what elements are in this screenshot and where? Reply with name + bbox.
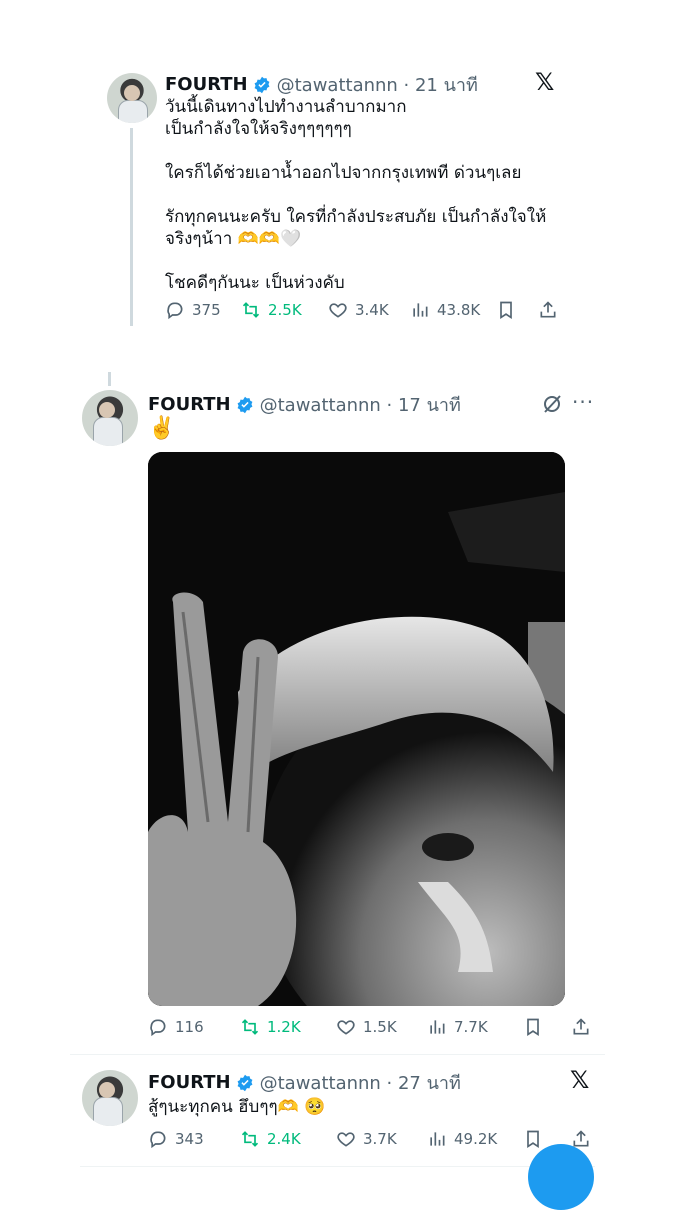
bookmark-icon	[527, 1130, 539, 1149]
repost-icon	[242, 302, 260, 318]
thread-line	[130, 128, 133, 326]
tweet-card-3[interactable]: FOURTH @tawattannn · 27 นาที 𝕏 สู้ๆนะทุก…	[70, 1056, 605, 1200]
like-icon	[337, 1132, 355, 1147]
tweet-photo[interactable]	[148, 452, 565, 1006]
repost-count: 1.2K	[267, 1018, 301, 1036]
display-name[interactable]: FOURTH	[148, 394, 231, 415]
repost-button[interactable]: 2.4K	[240, 1129, 336, 1149]
divider	[70, 1054, 605, 1055]
photo-content	[148, 452, 565, 1006]
repost-count: 2.5K	[268, 301, 302, 319]
display-name[interactable]: FOURTH	[165, 74, 248, 95]
share-button[interactable]	[538, 300, 558, 320]
more-icon[interactable]: ···	[572, 390, 594, 414]
repost-icon	[241, 1131, 259, 1147]
x-logo-icon: 𝕏	[570, 1066, 590, 1094]
handle-time: @tawattannn · 27 นาที	[259, 1073, 461, 1094]
share-button[interactable]	[571, 1017, 591, 1037]
x-logo-icon: 𝕏	[535, 68, 555, 96]
repost-button[interactable]: 2.5K	[241, 300, 328, 320]
reply-count: 116	[175, 1018, 204, 1036]
compose-button[interactable]	[528, 1144, 594, 1210]
reply-icon	[167, 302, 183, 320]
reply-button[interactable]: 343	[148, 1129, 240, 1149]
display-name[interactable]: FOURTH	[148, 1072, 231, 1093]
views-count: 43.8K	[437, 301, 481, 319]
verified-badge-icon	[237, 1074, 253, 1091]
like-count: 3.4K	[355, 301, 389, 319]
like-button[interactable]: 3.4K	[328, 300, 410, 320]
bookmark-button[interactable]	[523, 1017, 571, 1037]
thread-line	[108, 372, 111, 386]
avatar[interactable]	[82, 390, 138, 446]
tweet-text: วันนี้เดินทางไปทำงานลำบากมาก เป็นกำลังใจ…	[165, 97, 547, 293]
share-icon	[573, 1018, 589, 1035]
tweet-actions: 375 2.5K 3.4K 43.8K	[165, 300, 565, 320]
bookmark-button[interactable]	[496, 300, 538, 320]
views-icon	[430, 1132, 445, 1146]
views-icon	[413, 303, 428, 317]
avatar[interactable]	[107, 73, 157, 123]
bookmark-icon	[527, 1018, 539, 1037]
tweet-card-1[interactable]: FOURTH @tawattannn · 21 นาที 𝕏 วันนี้เดิ…	[97, 58, 567, 330]
verified-badge-icon	[237, 396, 253, 413]
tweet-card-2[interactable]: FOURTH @tawattannn · 17 นาที ··· ✌️ 116 …	[70, 372, 605, 1052]
repost-button[interactable]: 1.2K	[240, 1017, 336, 1037]
verified-badge-icon	[254, 76, 270, 93]
reply-button[interactable]: 375	[165, 300, 241, 320]
reply-count: 375	[192, 301, 221, 319]
views-button[interactable]: 7.7K	[427, 1017, 523, 1037]
tweet-actions: 116 1.2K 1.5K 7.7K	[148, 1017, 608, 1037]
grok-icon[interactable]	[540, 392, 564, 416]
reply-icon	[150, 1131, 166, 1149]
share-icon	[540, 301, 556, 318]
like-icon	[329, 303, 347, 318]
like-count: 1.5K	[363, 1018, 397, 1036]
handle-time: @tawattannn · 21 นาที	[276, 75, 478, 96]
repost-icon	[241, 1019, 259, 1035]
tweet-text: สู้ๆนะทุกคน ฮึบๆๆ🫶 🥺	[148, 1097, 326, 1117]
like-icon	[337, 1020, 355, 1035]
reply-icon	[150, 1019, 166, 1037]
divider	[80, 1166, 595, 1167]
views-button[interactable]: 43.8K	[410, 300, 496, 320]
like-count: 3.7K	[363, 1130, 397, 1148]
like-button[interactable]: 3.7K	[336, 1129, 427, 1149]
tweet-actions: 343 2.4K 3.7K 49.2K	[148, 1129, 608, 1149]
avatar[interactable]	[82, 1070, 138, 1126]
views-count: 7.7K	[454, 1018, 488, 1036]
reply-button[interactable]: 116	[148, 1017, 240, 1037]
views-button[interactable]: 49.2K	[427, 1129, 523, 1149]
handle-time: @tawattannn · 17 นาที	[259, 395, 461, 416]
reply-count: 343	[175, 1130, 204, 1148]
views-count: 49.2K	[454, 1130, 498, 1148]
tweet-text: ✌️	[148, 416, 176, 441]
views-icon	[430, 1020, 445, 1034]
bookmark-icon	[500, 301, 512, 320]
like-button[interactable]: 1.5K	[336, 1017, 427, 1037]
repost-count: 2.4K	[267, 1130, 301, 1148]
